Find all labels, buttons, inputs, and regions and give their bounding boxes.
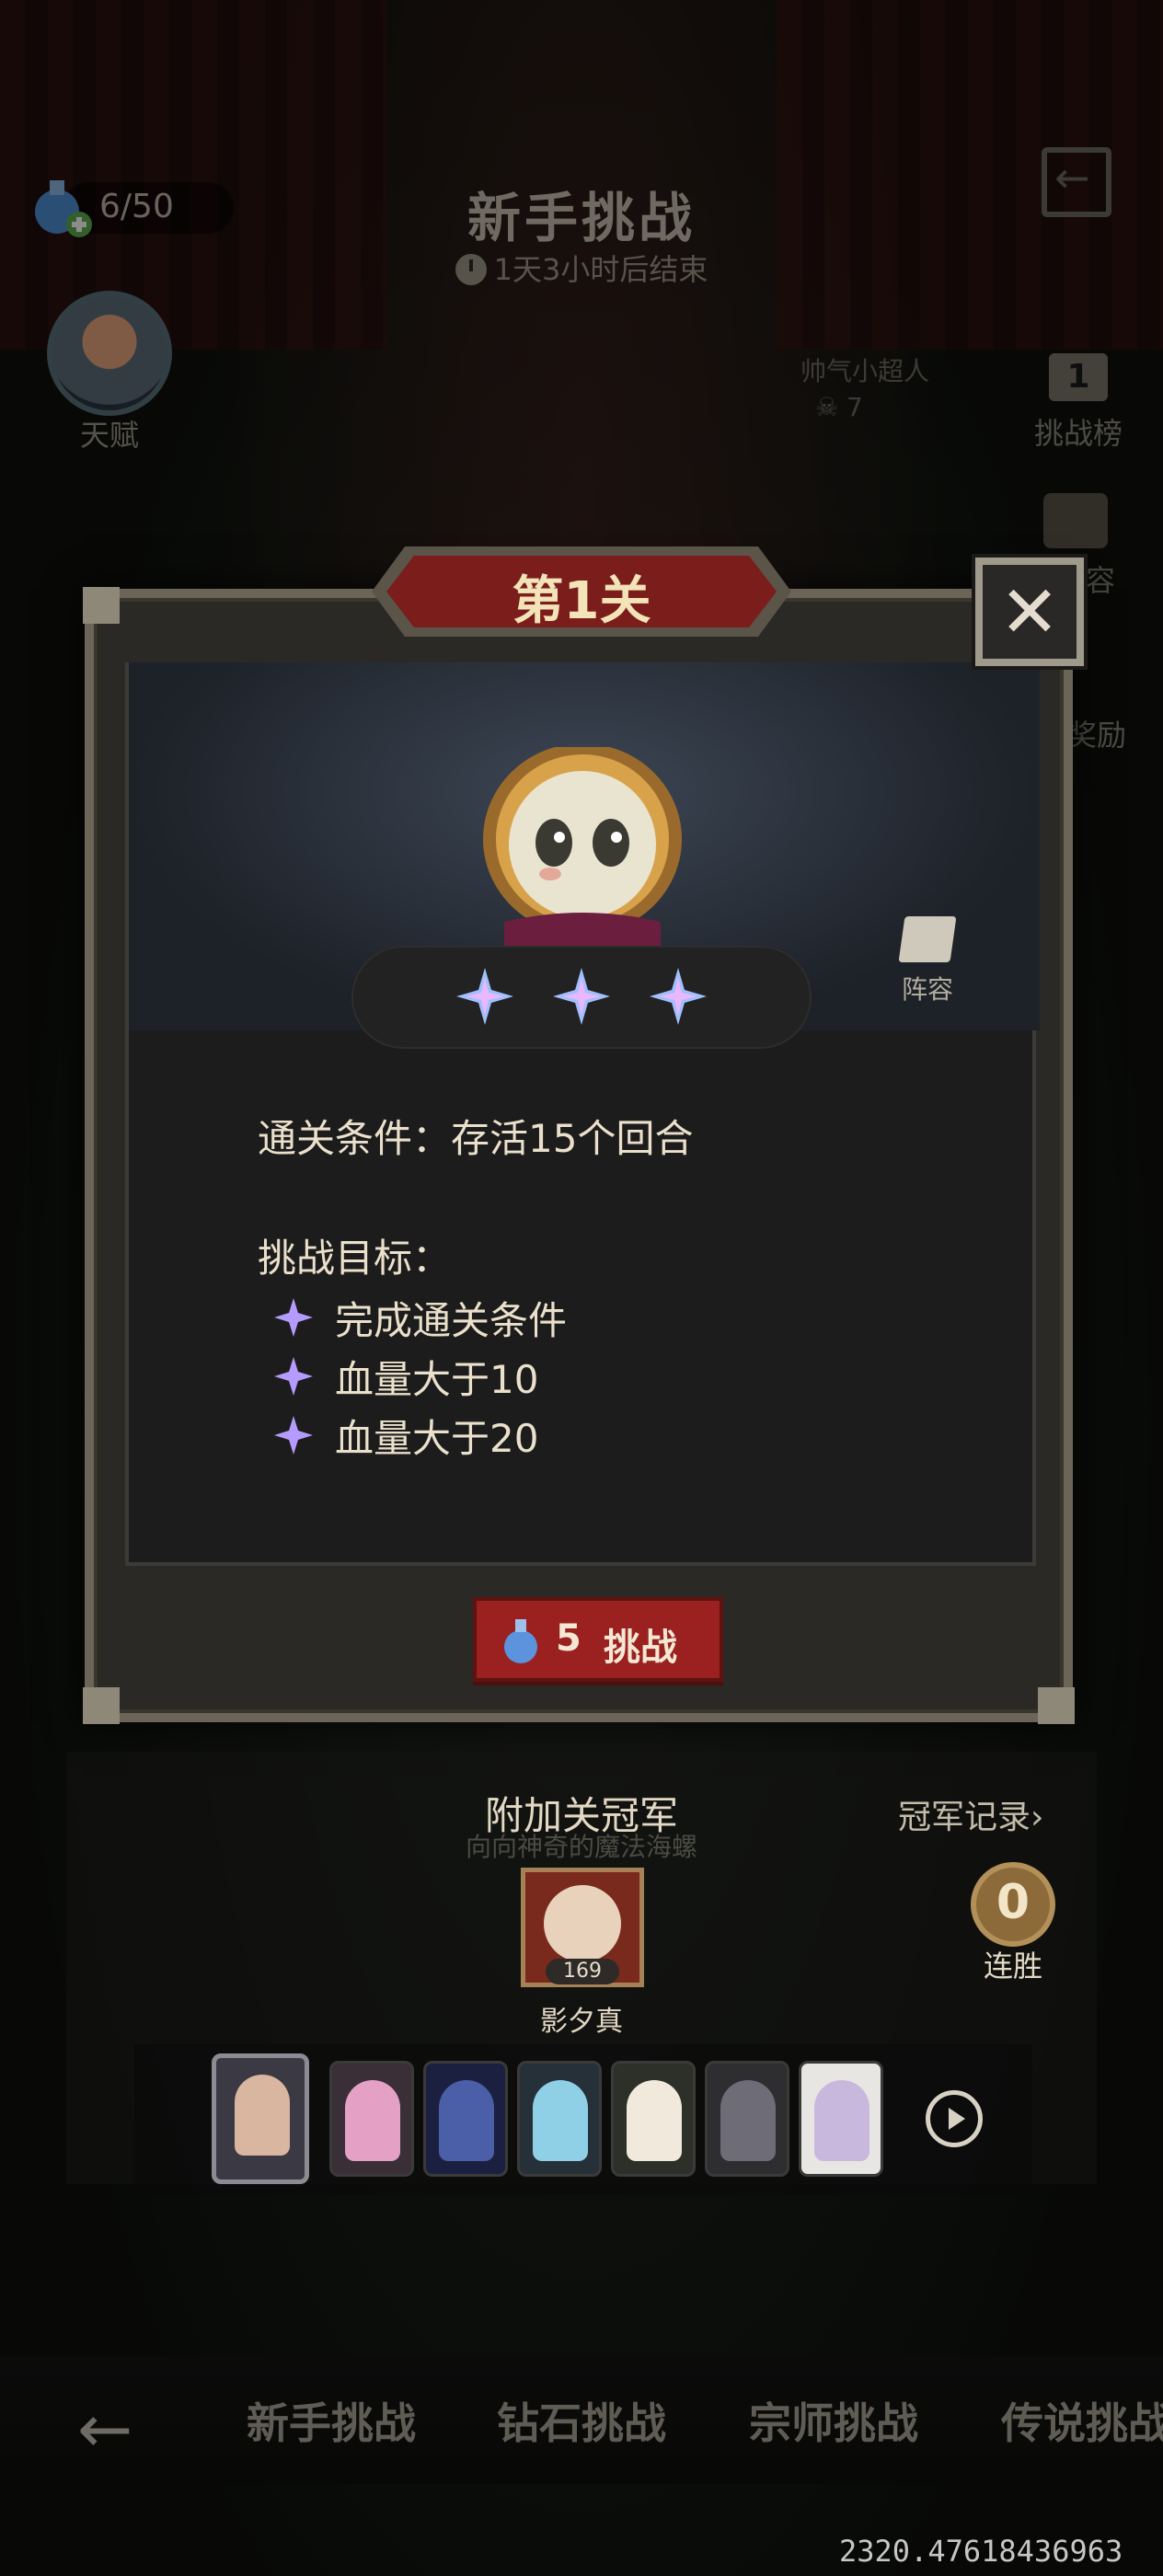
streak-value: 0 <box>996 1875 1031 1930</box>
hero-figure <box>439 2080 494 2161</box>
clear-condition: 通关条件：存活15个回合 <box>258 1116 694 1161</box>
champion-name: 影夕真 <box>540 2006 623 2038</box>
frame-corner <box>1038 1687 1075 1724</box>
challenge-label: 挑战 <box>604 1627 677 1669</box>
close-icon: ✕ <box>999 571 1060 654</box>
streak-label: 连胜 <box>983 1949 1042 1984</box>
goal-text: 血量大于20 <box>335 1415 539 1461</box>
champion-face <box>544 1885 621 1962</box>
hero-figure <box>814 2080 869 2161</box>
goal-text: 血量大于10 <box>335 1356 539 1402</box>
tab-master[interactable]: 宗师挑战 <box>749 2390 918 2451</box>
hero-figure <box>345 2080 400 2161</box>
team-hero-7[interactable] <box>799 2061 883 2177</box>
challenge-button[interactable]: 5 挑战 <box>473 1597 723 1682</box>
hero-figure <box>235 2075 290 2156</box>
tab-novice[interactable]: 新手挑战 <box>247 2390 416 2451</box>
book-icon <box>898 916 957 962</box>
star-icon <box>456 968 513 1025</box>
goal-item: 血量大于10 <box>272 1347 567 1406</box>
frame-corner <box>83 1687 120 1724</box>
goal-text: 完成通关条件 <box>335 1297 568 1343</box>
hero-figure <box>533 2080 588 2161</box>
champion-avatar[interactable]: 169 <box>521 1868 644 1987</box>
team-hero-6[interactable] <box>705 2061 789 2177</box>
team-hero-3[interactable] <box>423 2061 508 2177</box>
goal-item: 完成通关条件 <box>272 1288 567 1347</box>
goals-title: 挑战目标： <box>258 1236 452 1281</box>
potion-icon <box>504 1619 537 1663</box>
debug-coordinates: 2320.47618436963 <box>839 2534 1123 2569</box>
goals-list: 完成通关条件 血量大于10 血量大于20 <box>272 1288 567 1465</box>
team-hero-2[interactable] <box>329 2061 414 2177</box>
goal-star-icon <box>274 1416 313 1455</box>
lineup-label: 阵容 <box>901 974 953 1005</box>
replay-icon[interactable] <box>926 2090 983 2147</box>
hero-figure <box>720 2080 776 2161</box>
goal-item: 血量大于20 <box>272 1406 567 1465</box>
star-icon <box>553 968 610 1025</box>
goal-star-icon <box>274 1298 313 1337</box>
laurel-badge-icon: 0 <box>971 1862 1055 1947</box>
frame-corner <box>83 587 120 624</box>
tab-diamond[interactable]: 钻石挑战 <box>497 2390 666 2451</box>
goal-star-icon <box>274 1357 313 1396</box>
level-title: 第1关 <box>512 571 651 631</box>
win-streak: 0 连胜 <box>961 1862 1065 1985</box>
close-button[interactable]: ✕ <box>975 558 1084 666</box>
star-rating <box>351 946 812 1049</box>
team-hero-4[interactable] <box>517 2061 602 2177</box>
boss-portrait <box>483 747 682 949</box>
champion-level: 169 <box>546 1959 619 1984</box>
team-hero-5[interactable] <box>611 2061 696 2177</box>
star-icon <box>650 968 707 1025</box>
lineup-button[interactable]: 阵容 <box>894 916 961 1006</box>
tab-legend[interactable]: 传说挑战 <box>1001 2390 1163 2451</box>
level-plate: 第1关 <box>368 543 795 640</box>
champion-record-link[interactable]: 冠军记录› <box>898 1790 1043 1838</box>
challenge-cost: 5 <box>556 1617 582 1660</box>
hero-figure <box>627 2080 682 2161</box>
back-arrow-icon[interactable]: ← <box>77 2390 132 2467</box>
team-hero-1[interactable] <box>212 2053 309 2184</box>
